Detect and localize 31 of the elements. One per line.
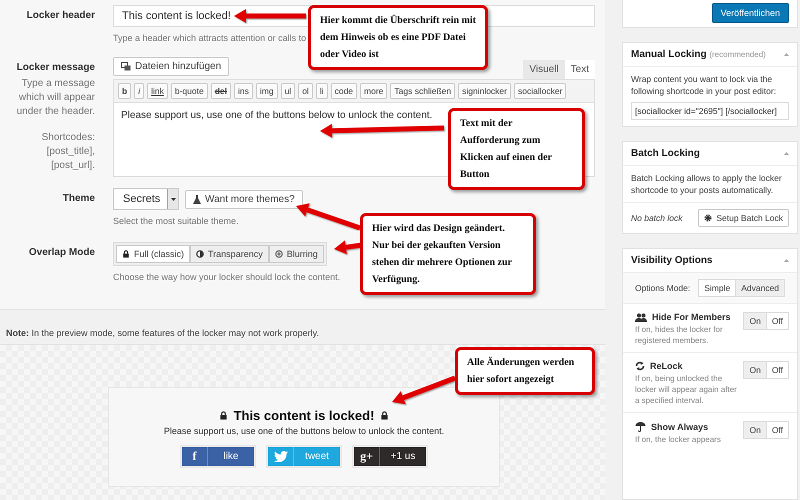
panel-title: Manual Locking (recommended)	[631, 49, 766, 60]
field-label: Theme	[62, 192, 95, 204]
hint-text: Select the most suitable theme.	[113, 216, 239, 226]
locker-message: Please support us, use one of the buttons below to unlock the content.	[164, 426, 444, 436]
hint-text: Type a header which attracts attention or calls to	[113, 33, 306, 43]
hint-text: Choose the way how your locker should lock the content.	[113, 272, 340, 282]
field-label: Overlap Mode	[28, 246, 95, 258]
logo-glyph: f	[182, 447, 208, 466]
field-label: Locker message	[16, 61, 95, 73]
shortcodes-text: Shortcodes: [post_title], [post_url].	[40, 131, 95, 173]
panel-title: Batch Locking	[631, 148, 700, 159]
field-label: Locker header	[26, 9, 95, 21]
annotation-tooltip: Alle Änderungen werden hier sofort angezeigt	[455, 347, 595, 395]
options-mode-label: Options Mode:	[634, 282, 690, 294]
logo-glyph: g+	[354, 447, 380, 466]
panel-text: Batch Locking allows to apply the locker shortcode to your posts automatically.	[631, 172, 783, 196]
annotation-tooltip: Hier wird das Design geändert. Nur bei der gekauften Version stehen dir mehrere Optionen zur Verfügung.	[360, 213, 536, 295]
description-text: Type a message which will appear under the header.	[16, 77, 95, 119]
panel-text: Wrap content you want to lock via the following shortcode in your post editor:	[631, 73, 778, 97]
option-title: Hide For Members	[635, 312, 740, 322]
option-description: If on, the locker appears	[635, 434, 722, 445]
annotation-tooltip: Text mit der Aufforderung zum Klicken auf einen der Button	[448, 108, 585, 190]
locker-title: This content is locked!	[234, 408, 374, 423]
option-description: If on, being unlocked the locker will appear again after a specified interval.	[635, 373, 738, 406]
option-title: Show Always	[635, 421, 740, 432]
preview-note: Note: In the preview mode, some features of the locker may not work properly.	[6, 328, 319, 338]
option-description: If on, hides the locker for registered members.	[635, 324, 724, 346]
annotation-tooltip: Hier kommt die Überschrift rein mit dem Hinweis ob es eine PDF Datei oder Video ist	[308, 5, 488, 70]
batch-status: No batch lock	[631, 213, 682, 223]
option-title: ReLock	[635, 361, 740, 371]
panel-title: Visibility Options	[631, 255, 712, 266]
